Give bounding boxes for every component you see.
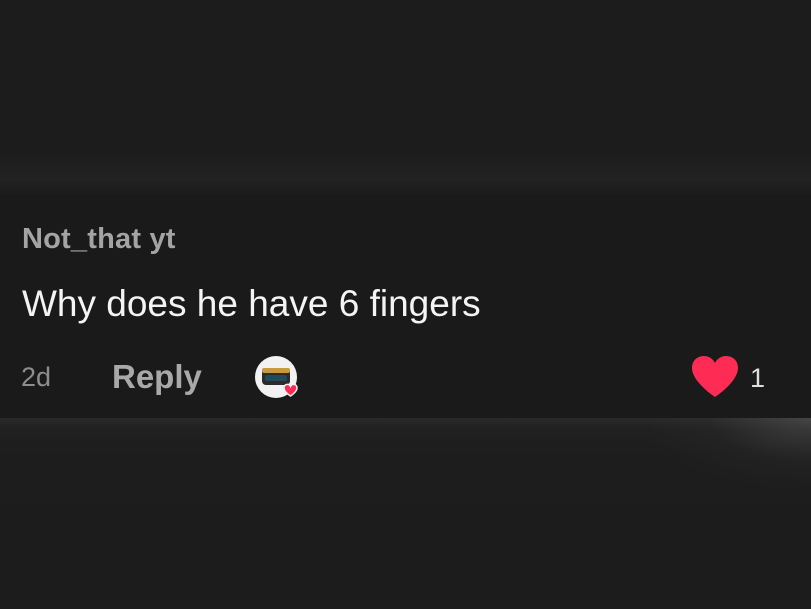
reply-button[interactable]: Reply xyxy=(112,358,202,396)
liked-by-creator-badge xyxy=(254,355,300,401)
like-count: 1 xyxy=(750,363,766,393)
background-glow xyxy=(651,418,811,488)
creator-avatar-icon xyxy=(255,356,298,398)
comment-screenshot: Not_that yt Why does he have 6 fingers 2… xyxy=(0,0,811,609)
comment-item: Not_that yt Why does he have 6 fingers 2… xyxy=(0,195,811,418)
comment-text: Why does he have 6 fingers xyxy=(22,283,481,324)
like-button[interactable]: 1 xyxy=(690,355,780,401)
comment-meta-row: 2d Reply 1 xyxy=(0,355,811,405)
background-top xyxy=(0,0,811,195)
comment-timestamp: 2d xyxy=(21,362,52,392)
comment-username[interactable]: Not_that yt xyxy=(22,223,176,256)
heart-icon xyxy=(692,356,738,397)
